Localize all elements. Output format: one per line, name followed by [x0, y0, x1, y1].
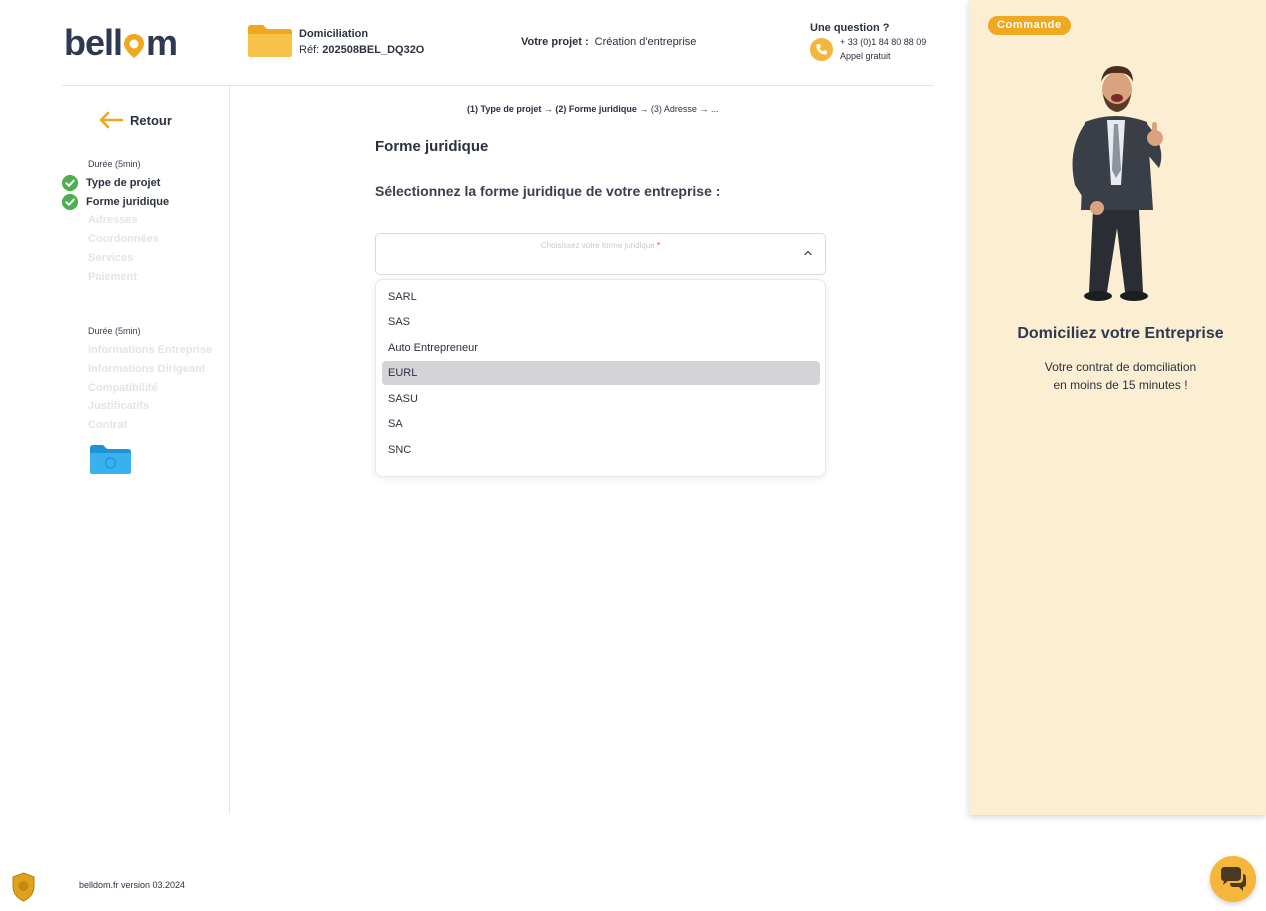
header-divider: [62, 85, 934, 86]
option-sa[interactable]: SA: [382, 412, 820, 436]
phone-icon[interactable]: [810, 38, 833, 61]
option-eurl[interactable]: EURL: [382, 361, 820, 385]
sidebar-step-compatibilite: Compatibilité: [88, 382, 158, 394]
folder-icon: [248, 25, 292, 57]
domiciliation-label: Domiciliation: [299, 28, 369, 40]
option-auto-entrepreneur[interactable]: Auto Entrepreneur: [382, 336, 820, 360]
breadcrumb-step3: (3) Adresse: [650, 104, 697, 114]
sidebar-step-adresses: Adresses: [88, 214, 138, 226]
sidebar-step-informations-entreprise: Informations Entreprise: [88, 344, 213, 356]
logo-location-pin-icon: [124, 34, 145, 58]
sidebar-step-contrat: Contrat: [88, 419, 128, 431]
breadcrumb-arrow-icon: →: [699, 104, 711, 114]
forme-juridique-select[interactable]: Choisissez votre forme juridique *: [375, 233, 826, 275]
option-sarl[interactable]: SARL: [382, 285, 820, 309]
sidebar-step-coordonnees: Coordonnées: [88, 233, 159, 245]
back-button[interactable]: Retour: [130, 113, 172, 128]
check-icon: [62, 175, 78, 191]
sidebar-step-forme-juridique[interactable]: Forme juridique: [86, 196, 169, 208]
chat-icon[interactable]: [1210, 856, 1256, 902]
option-snc[interactable]: SNC: [382, 438, 820, 462]
shield-badge-icon[interactable]: [11, 872, 36, 902]
forme-juridique-dropdown[interactable]: SARL SAS Auto Entrepreneur EURL SASU SA …: [375, 279, 826, 477]
check-icon: [62, 194, 78, 210]
panel-text-line1: Votre contrat de domciliation: [1044, 360, 1197, 374]
reference: Réf: 202508BEL_DQ32O: [299, 44, 425, 56]
option-sasu[interactable]: SASU: [382, 387, 820, 411]
free-call-note: Appel gratuit: [840, 51, 891, 61]
breadcrumb-step1: (1) Type de projet: [467, 104, 542, 114]
sidebar-step-paiement: Paiement: [88, 271, 137, 283]
project-info: Votre projet : Création d'entreprise: [521, 36, 697, 48]
breadcrumb-arrow-icon: →: [639, 104, 651, 114]
breadcrumb: (1) Type de projet → (2) Forme juridique…: [467, 104, 719, 114]
businessman-illustration: [1072, 66, 1163, 301]
sidebar-step-justificatifs: Justificatifs: [88, 400, 150, 412]
belldom-logo[interactable]: bell m: [64, 22, 178, 64]
required-mark: *: [656, 241, 661, 250]
sidebar-step-informations-dirigeant: Informations Dirigeant: [88, 363, 206, 375]
breadcrumb-step2: (2) Forme juridique: [555, 104, 637, 114]
blue-folder-icon: [90, 445, 131, 474]
select-placeholder: Choisissez votre forme juridique *: [540, 241, 661, 250]
question-title: Une question ?: [810, 22, 890, 34]
phone-number[interactable]: + 33 (0)1 84 80 88 09: [840, 37, 926, 47]
project-value: Création d'entreprise: [594, 36, 697, 48]
sidebar-step-type-de-projet[interactable]: Type de projet: [86, 177, 160, 189]
panel-text-line2: en moins de 15 minutes !: [1053, 378, 1188, 392]
breadcrumb-more: ...: [710, 104, 719, 114]
page-subtitle: Sélectionnez la forme juridique de votre…: [375, 183, 721, 199]
version-text: belldom.fr version 03.2024: [79, 880, 186, 890]
page-title: Forme juridique: [375, 138, 489, 155]
panel-title: Domiciliez votre Entreprise: [1017, 325, 1224, 342]
sidebar-step-services: Services: [88, 252, 134, 264]
option-sas[interactable]: SAS: [382, 310, 820, 334]
section2-duration: Durée (5min): [88, 326, 141, 336]
back-arrow-icon[interactable]: [98, 110, 124, 130]
reference-value: 202508BEL_DQ32O: [322, 44, 425, 56]
sidebar-divider: [229, 86, 230, 814]
commande-badge: Commande: [988, 16, 1071, 35]
chevron-up-icon: [804, 250, 812, 256]
option-next-partial[interactable]: [382, 461, 820, 476]
breadcrumb-arrow-icon: →: [543, 104, 556, 114]
section1-duration: Durée (5min): [88, 159, 141, 169]
